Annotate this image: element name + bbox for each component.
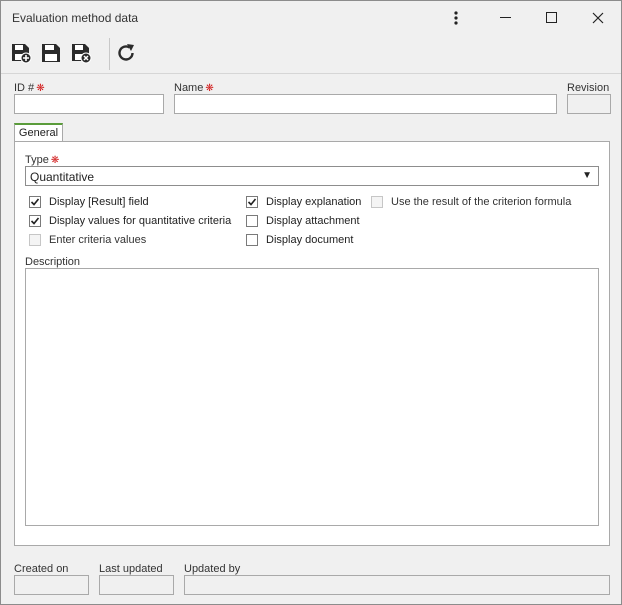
updated-by-field (184, 575, 610, 595)
checkmark-icon (30, 198, 40, 206)
display-values-quantitative-checkbox[interactable] (29, 215, 41, 227)
toolbar-separator (109, 38, 110, 70)
last-updated-field (99, 575, 174, 595)
description-textarea[interactable] (25, 268, 599, 526)
enter-criteria-values-checkbox (29, 234, 41, 246)
checkmark-icon (30, 217, 40, 225)
display-document-label: Display document (266, 234, 354, 246)
save-new-button[interactable] (9, 41, 33, 65)
minimize-button[interactable] (483, 1, 529, 34)
updated-by-label: Updated by (184, 563, 241, 575)
save-button[interactable] (39, 41, 63, 65)
display-result-field-label: Display [Result] field (49, 196, 149, 208)
name-label: Name ❋ (174, 82, 214, 94)
maximize-icon (546, 11, 557, 23)
save-and-close-button[interactable] (69, 41, 93, 65)
id-label: ID # ❋ (14, 82, 45, 94)
display-explanation-checkbox[interactable] (246, 196, 258, 208)
use-criterion-formula-checkbox (371, 196, 383, 208)
required-icon: ❋ (205, 83, 214, 94)
save-new-icon (12, 44, 32, 64)
enter-criteria-values-label: Enter criteria values (49, 234, 147, 246)
display-explanation-label: Display explanation (266, 196, 362, 208)
minimize-icon (500, 16, 511, 18)
name-field[interactable] (174, 94, 557, 114)
created-on-field (14, 575, 89, 595)
more-vert-icon (454, 10, 458, 25)
toolbar (1, 34, 621, 74)
dropdown-arrow-icon: ▼ (582, 170, 592, 181)
description-label: Description (25, 256, 81, 268)
title-bar: Evaluation method data (1, 1, 621, 34)
refresh-icon (118, 44, 134, 61)
required-icon: ❋ (36, 83, 45, 94)
last-updated-label: Last updated (99, 563, 163, 575)
dialog-window: Evaluation method data ID # ❋ Name ❋ Rev… (0, 0, 622, 605)
display-document-checkbox[interactable] (246, 234, 258, 246)
display-attachment-label: Display attachment (266, 215, 360, 227)
type-selected-value: Quantitative (30, 170, 95, 184)
tab-general[interactable]: General (14, 123, 63, 142)
id-field[interactable] (14, 94, 164, 114)
checkmark-icon (247, 198, 257, 206)
required-icon: ❋ (50, 155, 60, 166)
revision-label: Revision (567, 82, 610, 94)
created-on-label: Created on (14, 563, 69, 575)
display-values-quantitative-label: Display values for quantitative criteria (49, 215, 232, 227)
display-result-field-checkbox[interactable] (29, 196, 41, 208)
type-select[interactable]: Quantitative ▼ (25, 166, 599, 186)
close-button[interactable] (575, 1, 621, 34)
revision-field (567, 94, 611, 114)
maximize-button[interactable] (529, 1, 575, 34)
refresh-button[interactable] (114, 41, 138, 65)
use-criterion-formula-label: Use the result of the criterion formula (391, 196, 572, 208)
window-title: Evaluation method data (12, 11, 139, 25)
save-icon (42, 44, 60, 62)
type-label: Type ❋ (25, 154, 60, 166)
save-close-icon (72, 44, 92, 64)
close-icon (592, 12, 604, 23)
more-options-button[interactable] (433, 1, 479, 34)
display-attachment-checkbox[interactable] (246, 215, 258, 227)
